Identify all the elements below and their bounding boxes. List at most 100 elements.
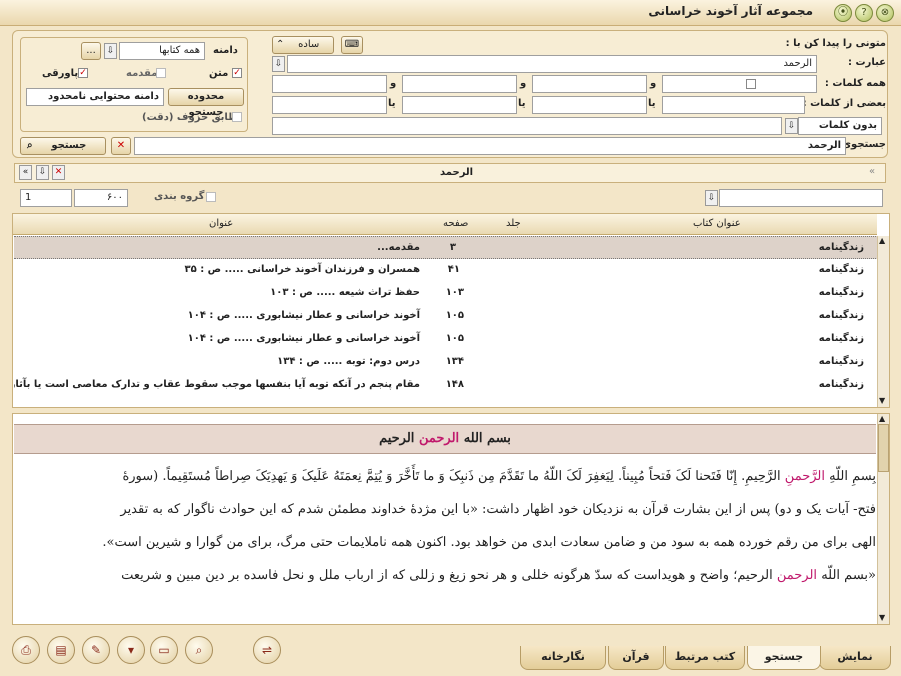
any-words-input-1[interactable] — [662, 96, 805, 114]
any-words-input-2[interactable] — [532, 96, 647, 114]
text-checkbox[interactable]: ✓ — [232, 68, 242, 78]
all-words-input-4[interactable] — [272, 75, 387, 93]
without-words-dropdown-icon[interactable]: ⇩ — [785, 118, 798, 134]
cell-page: ۱۴۸ — [445, 379, 464, 390]
domain-dropdown-icon[interactable]: ⇩ — [104, 43, 117, 59]
cell-title: مقام پنجم در آنکه توبه آیا بنفسها موجب س… — [14, 379, 420, 390]
cell-page: ۴۱ — [447, 264, 460, 275]
zoom-icon[interactable]: ⌕ — [185, 636, 213, 664]
filter-dropdown-icon[interactable]: ⇩ — [705, 190, 718, 206]
keyboard-icon[interactable]: ⌨ — [341, 36, 363, 54]
without-words-select[interactable]: بدون کلمات — [798, 117, 882, 135]
cell-book: زندگینامه — [818, 333, 864, 344]
table-row[interactable]: زندگینامه ۱۳۴ درس دوم: توبه ..... ص : ۱۳… — [14, 351, 878, 374]
cell-page: ۱۳۴ — [445, 356, 464, 367]
cell-title: آخوند خراسانی و عطار نیشابوری ..... ص : … — [187, 310, 420, 321]
cell-title: همسران و فرزندان آخوند خراسانی ..... ص :… — [184, 264, 421, 275]
all-words-input-3[interactable] — [402, 75, 517, 93]
cell-page: ۱۰۵ — [445, 333, 464, 344]
remove-filter-icon[interactable]: ✕ — [52, 165, 65, 180]
results-scrollbar[interactable]: ▲ ▼ — [877, 236, 889, 407]
or-label-3: یا — [388, 98, 396, 109]
all-words-input-1[interactable] — [662, 75, 817, 93]
table-body: زندگینامه ۳ مقدمه... زندگینامه ۴۱ همسران… — [14, 236, 878, 406]
table-header: عنوان کتاب جلد صفحه عنوان — [13, 214, 877, 235]
phrase-input[interactable]: الرحمد — [287, 55, 817, 73]
col-book-title[interactable]: عنوان کتاب — [693, 218, 741, 229]
heading-part-2: الرحمن — [418, 431, 460, 446]
search-scope-button[interactable]: محدوده جستجو — [168, 88, 244, 118]
table-row[interactable]: زندگینامه ۱۰۵ آخوند خراسانی و عطار نیشاب… — [14, 328, 878, 351]
close-icon[interactable]: ⊗ — [876, 4, 894, 22]
scroll-down-icon[interactable]: ▼ — [879, 396, 885, 405]
filter-input[interactable] — [719, 189, 883, 207]
col-title[interactable]: عنوان — [209, 218, 233, 229]
line1-part-2: الرَّحمنِ — [784, 469, 825, 484]
table-row[interactable]: زندگینامه ۱۰۵ آخوند خراسانی و عطار نیشاب… — [14, 305, 878, 328]
reader-scrollbar[interactable]: ▲ ▼ — [877, 414, 889, 624]
col-page[interactable]: صفحه — [443, 218, 468, 229]
intro-checkbox[interactable] — [156, 68, 166, 78]
mode-value: ساده — [298, 39, 320, 50]
chevron-right-icon[interactable]: « — [869, 166, 875, 177]
without-words-input[interactable] — [272, 117, 782, 135]
reader-heading: بسم الله الرحمن الرحیم — [14, 424, 876, 454]
minimize-icon[interactable]: ⦿ — [834, 4, 852, 22]
scope-value: دامنه محتوایی نامحدود — [26, 88, 164, 106]
domain-more-button[interactable]: ... — [81, 42, 101, 60]
mode-select[interactable]: ⌃ ساده — [272, 36, 334, 54]
table-row[interactable]: زندگینامه ۴۱ همسران و فرزندان آخوند خراس… — [14, 259, 878, 282]
current-index-field[interactable]: 1 — [20, 189, 72, 207]
text-option-label: متن — [209, 68, 229, 79]
table-row[interactable]: زندگینامه ۳ مقدمه... — [14, 236, 878, 259]
down-arrow-icon[interactable]: ⇩ — [36, 165, 49, 180]
link-icon[interactable]: ⇌ — [253, 636, 281, 664]
cell-page: ۳ — [449, 242, 456, 253]
reader-line-3: الهی برای من رقم خورده همه به سود من و ض… — [102, 535, 876, 550]
print-icon[interactable]: ⎙ — [12, 636, 40, 664]
line4-part-3: الرحیم؛ واضح و هویداست که سدّ هرگونه خلل… — [121, 568, 773, 583]
cell-book: زندگینامه — [818, 310, 864, 321]
cell-book: زندگینامه — [818, 242, 864, 253]
tab-quran[interactable]: قرآن — [608, 646, 664, 670]
all-words-input-2[interactable] — [532, 75, 647, 93]
clear-search-icon[interactable]: ✕ — [111, 137, 131, 155]
line1-part-1: بِسمِ اللّهِ — [829, 469, 876, 484]
group-checkbox[interactable] — [206, 192, 216, 202]
phrase-dropdown-icon[interactable]: ⇩ — [272, 56, 285, 72]
book-icon[interactable]: ▤ — [47, 636, 75, 664]
collapse-icon[interactable]: « — [19, 165, 32, 180]
footnote-checkbox[interactable]: ✓ — [78, 68, 88, 78]
tab-related-books[interactable]: کتب مرتبط — [665, 646, 745, 670]
tab-display[interactable]: نمایش — [819, 646, 891, 670]
note-icon[interactable]: ✎ — [82, 636, 110, 664]
any-words-input-4[interactable] — [272, 96, 387, 114]
table-row[interactable]: زندگینامه ۱۴۸ مقام پنجم در آنکه توبه آیا… — [14, 374, 878, 397]
cell-title: درس دوم: توبه ..... ص : ۱۳۴ — [277, 356, 420, 367]
domain-select[interactable]: همه کتابها — [119, 42, 205, 60]
reader-scroll-thumb[interactable] — [878, 424, 889, 472]
reader-scroll-down-icon[interactable]: ▼ — [879, 613, 885, 622]
all-words-label: همه کلمات : — [824, 78, 886, 89]
exact-match-label: تطابق حروف (دقت) — [142, 112, 242, 123]
mode-chevron-icon: ⌃ — [276, 39, 285, 50]
page-icon[interactable]: ▭ — [150, 636, 178, 664]
search-icon: ⌕ — [27, 140, 33, 151]
search-button[interactable]: ⌕ جستجو — [20, 137, 106, 155]
results-query-text: الرحمد — [440, 167, 474, 178]
col-volume[interactable]: جلد — [506, 218, 521, 229]
help-icon[interactable]: ? — [855, 4, 873, 22]
tab-gallery[interactable]: نگارخانه — [520, 646, 606, 670]
or-label-2: یا — [518, 98, 526, 109]
and-label-2: و — [520, 78, 527, 89]
exact-match-checkbox[interactable] — [232, 112, 242, 122]
dropdown-icon[interactable]: ▾ — [117, 636, 145, 664]
table-row[interactable]: زندگینامه ۱۰۳ حفظ تراث شیعه ..... ص : ۱۰… — [14, 282, 878, 305]
heading-part-3: الرحیم — [379, 431, 415, 446]
all-words-checkbox[interactable] — [746, 79, 756, 89]
reader-scroll-up-icon[interactable]: ▲ — [879, 414, 885, 423]
scroll-up-icon[interactable]: ▲ — [879, 236, 885, 245]
reader-line-4: «بسم اللّه الرحمن الرحیم؛ واضح و هویداست… — [18, 559, 876, 592]
any-words-input-3[interactable] — [402, 96, 517, 114]
tab-search[interactable]: جستجو — [747, 646, 821, 670]
